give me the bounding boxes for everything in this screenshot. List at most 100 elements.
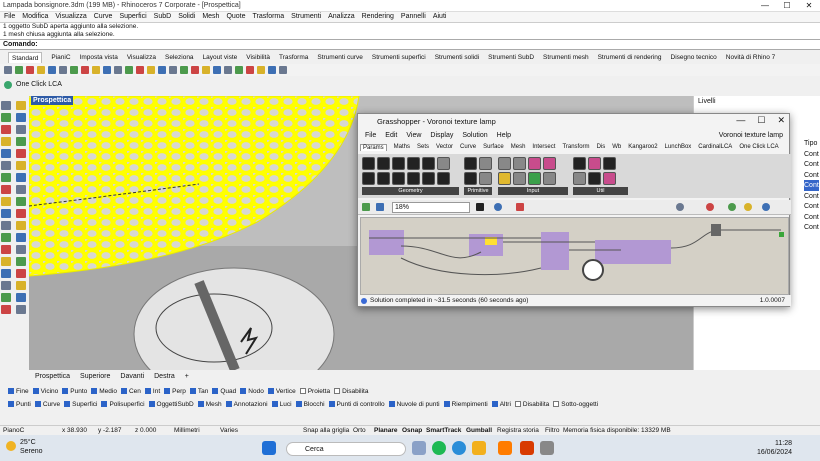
checkbox-icon[interactable] [267,388,274,395]
osnap-option-punti[interactable]: Punti [4,399,31,411]
toolbar-tool-icon[interactable] [279,66,287,74]
osnap-option-perp[interactable]: Perp [160,386,186,397]
toolbar-tab-strumenti-curve[interactable]: Strumenti curve [317,52,363,63]
preview-material-icon[interactable] [728,203,736,211]
checkbox-icon[interactable] [8,401,14,408]
component-icon[interactable] [603,172,616,185]
osnap-option-luci[interactable]: Luci [268,399,292,411]
menu-pannelli[interactable]: Pannelli [401,12,426,22]
checkbox-icon[interactable] [491,401,498,408]
component-icon[interactable] [513,157,526,170]
menu-quote[interactable]: Quote [226,12,245,22]
osnap-option-blocchi[interactable]: Blocchi [292,399,325,411]
checkbox-icon[interactable] [212,388,219,395]
toolbar-tool-icon[interactable] [213,66,221,74]
toolbar-tool-icon[interactable] [92,66,100,74]
tool-icon[interactable] [16,209,26,218]
checkbox-icon[interactable] [514,401,521,408]
gh-maximize-button[interactable]: ☐ [757,115,765,126]
checkbox-icon[interactable] [32,388,39,395]
osnap-option-proietta[interactable]: Proietta [296,386,330,397]
component-icon[interactable] [543,157,556,170]
toolbar-tool-icon[interactable] [125,66,133,74]
tool-icon[interactable] [1,113,11,122]
toolbar-tool-icon[interactable] [37,66,45,74]
tool-icon[interactable] [16,197,26,206]
toolbar-tool-icon[interactable] [257,66,265,74]
toolbar-tool-icon[interactable] [268,66,276,74]
close-button[interactable]: ✕ [798,0,820,12]
gh-tab-one-click-lca[interactable]: One Click LCA [739,144,778,151]
toolbar-tab-disegno-tecnico[interactable]: Disegno tecnico [671,52,717,63]
tool-icon[interactable] [16,221,26,230]
checkbox-icon[interactable] [328,401,335,408]
checkbox-icon[interactable] [144,388,151,395]
gh-tab-intersect[interactable]: Intersect [532,144,555,151]
tool-icon[interactable] [1,257,11,266]
edge-icon[interactable] [452,441,466,455]
osnap-option-int[interactable]: Int [141,386,160,397]
toolbar-tool-icon[interactable] [158,66,166,74]
tool-icon[interactable] [16,125,26,134]
menu-subd[interactable]: SubD [154,12,172,22]
osnap-option-superfici[interactable]: Superfici [60,399,97,411]
toolbar-tab-strumenti-mesh[interactable]: Strumenti mesh [543,52,589,63]
tool-icon[interactable] [1,173,11,182]
gh-minimize-button[interactable]: — [736,115,745,126]
gh-menu-edit[interactable]: Edit [385,132,397,139]
tool-icon[interactable] [1,149,11,158]
tool-icon[interactable] [1,125,11,134]
clock[interactable]: 11:28 16/06/2024 [757,439,792,457]
spotify-icon[interactable] [432,441,446,455]
toolbar-tool-icon[interactable] [48,66,56,74]
layer-row[interactable]: Cont [804,170,819,181]
tool-icon[interactable] [1,137,11,146]
layer-row[interactable]: Cont [804,149,819,160]
minimize-button[interactable]: — [754,0,776,12]
toolbar-tool-icon[interactable] [103,66,111,74]
component-icon[interactable] [573,172,586,185]
component-icon[interactable] [422,172,435,185]
gh-tab-cardinallca[interactable]: CardinalLCA [698,144,732,151]
tool-icon[interactable] [1,281,11,290]
gh-tab-vector[interactable]: Vector [436,144,453,151]
osnap-option-nuvole-di-punti[interactable]: Nuvole di punti [385,399,440,411]
layer-row[interactable]: Cont [804,159,819,170]
layer-row[interactable]: Cont [804,212,819,223]
viewport-title[interactable]: Prospettica [31,96,73,105]
gh-menu-display[interactable]: Display [430,132,453,139]
osnap-option-disabilita[interactable]: Disabilita [330,386,368,397]
layer-row[interactable]: Cont [804,201,819,212]
zoom-extents-icon[interactable] [476,203,484,211]
tool-icon[interactable] [1,293,11,302]
layer-row[interactable]: Cont [804,180,819,191]
component-icon[interactable] [392,157,405,170]
gh-menu-solution[interactable]: Solution [462,132,487,139]
toolbar-tool-icon[interactable] [191,66,199,74]
menu-trasforma[interactable]: Trasforma [253,12,285,22]
lca-icon[interactable] [4,81,12,89]
tool-icon[interactable] [16,113,26,122]
viewport-tab-davanti[interactable]: Davanti [120,371,144,382]
file-explorer-icon[interactable] [412,441,426,455]
component-icon[interactable] [407,157,420,170]
viewport-tab-destra[interactable]: Destra [154,371,175,382]
gh-menu-view[interactable]: View [406,132,421,139]
component-icon[interactable] [422,157,435,170]
checkbox-icon[interactable] [91,388,98,395]
tool-icon[interactable] [1,185,11,194]
osnap-option-fine[interactable]: Fine [4,386,29,397]
tool-icon[interactable] [16,293,26,302]
gh-tab-mesh[interactable]: Mesh [511,144,526,151]
osnap-option-curve[interactable]: Curve [31,399,60,411]
toolbar-tab-visualizza[interactable]: Visualizza [127,52,156,63]
gh-tab-curve[interactable]: Curve [460,144,476,151]
osnap-option-tan[interactable]: Tan [186,386,208,397]
toolbar-tab-imposta-vista[interactable]: Imposta vista [80,52,118,63]
toolbar-tab-visibilita[interactable]: Visibilità [246,52,270,63]
gh-menu-file[interactable]: File [365,132,376,139]
layer-row[interactable]: Cont [804,191,819,202]
checkbox-icon[interactable] [8,388,14,395]
checkbox-icon[interactable] [120,388,127,395]
sketch-icon[interactable] [516,203,524,211]
